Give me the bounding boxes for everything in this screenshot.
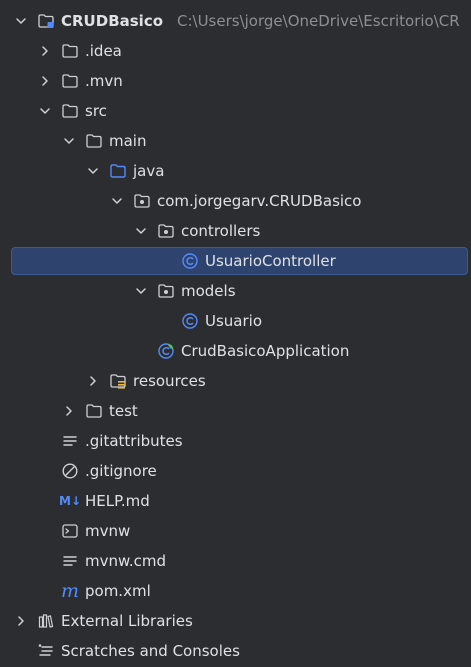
spring-boot-class-icon: [157, 336, 175, 366]
tree-item-label: Usuario: [205, 312, 263, 330]
tree-item-label: .idea: [85, 42, 122, 60]
tree-item-label: CrudBasicoApplication: [181, 342, 350, 360]
chevron-down-icon[interactable]: [85, 156, 101, 186]
chevron-right-icon[interactable]: [85, 366, 101, 396]
text-file-icon: [61, 546, 79, 576]
module-folder-icon: [37, 6, 55, 36]
tree-item-label: main: [109, 132, 147, 150]
tree-row-main[interactable]: main: [0, 126, 471, 156]
ignore-file-icon: [61, 456, 79, 486]
tree-row-gitignore[interactable]: .gitignore: [0, 456, 471, 486]
tree-item-label: HELP.md: [85, 492, 150, 510]
tree-row-mvn[interactable]: .mvn: [0, 66, 471, 96]
folder-icon: [85, 396, 103, 426]
chevron-right-icon[interactable]: [13, 606, 29, 636]
chevron-down-icon[interactable]: [133, 216, 149, 246]
folder-icon: [61, 96, 79, 126]
tree-row-mvnw-cmd[interactable]: mvnw.cmd: [0, 546, 471, 576]
chevron-down-icon[interactable]: [109, 186, 125, 216]
tree-row-usuariocontroller[interactable]: UsuarioController: [0, 246, 471, 276]
tree-row-idea[interactable]: .idea: [0, 36, 471, 66]
tree-item-label: Scratches and Consoles: [61, 642, 240, 660]
tree-item-label: models: [181, 282, 236, 300]
tree-item-label: UsuarioController: [205, 252, 336, 270]
tree-row-crudbasico[interactable]: CRUDBasico C:\Users\jorge\OneDrive\Escri…: [0, 6, 471, 36]
folder-icon: [61, 36, 79, 66]
package-icon: [133, 186, 151, 216]
tree-item-label: test: [109, 402, 138, 420]
tree-item-label: CRUDBasico: [61, 12, 164, 30]
tree-row-package-root[interactable]: com.jorgegarv.CRUDBasico: [0, 186, 471, 216]
tree-item-label: pom.xml: [85, 582, 151, 600]
chevron-down-icon[interactable]: [13, 6, 29, 36]
text-file-icon: [61, 426, 79, 456]
chevron-right-icon[interactable]: [37, 66, 53, 96]
tree-row-external-libraries[interactable]: External Libraries: [0, 606, 471, 636]
tree-item-label: resources: [133, 372, 206, 390]
tree-item-label: mvnw.cmd: [85, 552, 167, 570]
source-folder-icon: [109, 156, 127, 186]
tree-row-usuario[interactable]: Usuario: [0, 306, 471, 336]
libraries-icon: [37, 606, 55, 636]
tree-item-label: com.jorgegarv.CRUDBasico: [157, 192, 362, 210]
tree-row-src[interactable]: src: [0, 96, 471, 126]
class-icon: [181, 246, 199, 276]
tree-item-label: mvnw: [85, 522, 131, 540]
markdown-icon: M↓: [59, 494, 81, 508]
tree-row-test[interactable]: test: [0, 396, 471, 426]
tree-item-label: .gitattributes: [85, 432, 183, 450]
folder-icon: [85, 126, 103, 156]
tree-item-label: src: [85, 102, 107, 120]
resources-folder-icon: [109, 366, 127, 396]
package-icon: [157, 276, 175, 306]
tree-row-models[interactable]: models: [0, 276, 471, 306]
chevron-down-icon[interactable]: [61, 126, 77, 156]
chevron-down-icon[interactable]: [133, 276, 149, 306]
folder-icon: [61, 66, 79, 96]
tree-row-help-md[interactable]: M↓ HELP.md: [0, 486, 471, 516]
package-icon: [157, 216, 175, 246]
tree-row-scratches-and-consoles[interactable]: Scratches and Consoles: [0, 636, 471, 666]
tree-row-gitattributes[interactable]: .gitattributes: [0, 426, 471, 456]
chevron-right-icon[interactable]: [37, 36, 53, 66]
project-tree: CRUDBasico C:\Users\jorge\OneDrive\Escri…: [0, 0, 471, 667]
tree-row-mvnw[interactable]: mvnw: [0, 516, 471, 546]
maven-icon: m: [60, 580, 80, 602]
tree-item-label: .mvn: [85, 72, 123, 90]
class-icon: [181, 306, 199, 336]
tree-row-controllers[interactable]: controllers: [0, 216, 471, 246]
tree-row-java[interactable]: java: [0, 156, 471, 186]
tree-item-label: External Libraries: [61, 612, 193, 630]
tree-item-label: controllers: [181, 222, 261, 240]
tree-row-pom-xml[interactable]: m pom.xml: [0, 576, 471, 606]
shell-script-icon: [61, 516, 79, 546]
scratches-icon: [37, 636, 55, 666]
tree-row-crudbasicoapplication[interactable]: CrudBasicoApplication: [0, 336, 471, 366]
tree-item-label: java: [133, 162, 165, 180]
tree-item-label: .gitignore: [85, 462, 157, 480]
project-path: C:\Users\jorge\OneDrive\Escritorio\CR: [177, 12, 460, 30]
tree-row-resources[interactable]: resources: [0, 366, 471, 396]
chevron-down-icon[interactable]: [37, 96, 53, 126]
chevron-right-icon[interactable]: [61, 396, 77, 426]
